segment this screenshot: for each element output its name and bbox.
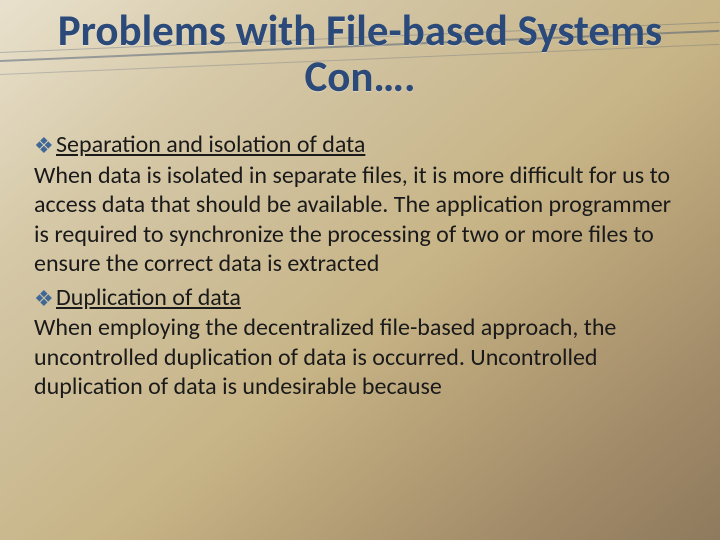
diamond-bullet-icon: ❖ xyxy=(34,130,56,161)
slide-body: ❖ Separation and isolation of data When … xyxy=(34,130,682,402)
bullet-item: ❖ Duplication of data xyxy=(34,283,682,314)
diamond-bullet-icon: ❖ xyxy=(34,283,56,314)
slide: Problems with File-based Systems Con…. ❖… xyxy=(0,0,720,540)
slide-title: Problems with File-based Systems Con…. xyxy=(0,8,720,101)
bullet-label: Duplication of data xyxy=(56,283,241,313)
body-paragraph: When employing the decentralized file-ba… xyxy=(34,313,682,402)
body-paragraph: When data is isolated in separate files,… xyxy=(34,161,682,279)
bullet-label: Separation and isolation of data xyxy=(56,130,365,160)
bullet-item: ❖ Separation and isolation of data xyxy=(34,130,682,161)
